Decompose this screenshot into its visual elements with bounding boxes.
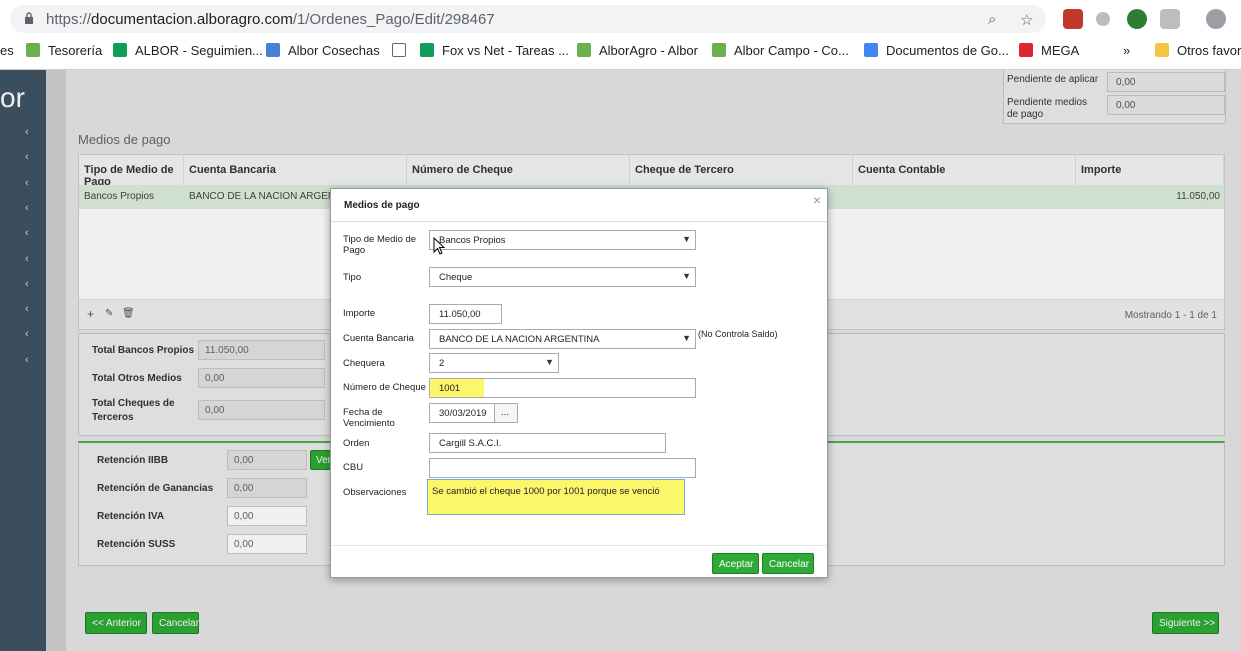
aceptar-button[interactable]: Aceptar: [712, 553, 759, 574]
drive-extension-icon[interactable]: [1160, 9, 1180, 29]
importe-field[interactable]: 11.050,00: [429, 304, 502, 324]
dialog-title: Medios de pago: [344, 200, 420, 211]
bookmark-item[interactable]: Fox vs Net - Tareas ...: [420, 43, 569, 58]
fecha-vencimiento-field[interactable]: 30/03/2019: [429, 403, 495, 423]
bookmark-icon: [577, 43, 591, 57]
bookmark-item[interactable]: Albor Campo - Co...: [712, 43, 849, 58]
pdf-extension-icon[interactable]: [1063, 9, 1083, 29]
chevron-down-icon: ▼: [682, 333, 691, 343]
bookmark-icon: [1155, 43, 1169, 57]
bookmark-item[interactable]: es: [0, 43, 14, 58]
bookmark-icon: [392, 43, 406, 57]
close-icon[interactable]: ×: [813, 192, 821, 208]
bookmark-item[interactable]: Albor Cosechas: [266, 43, 380, 58]
zoom-icon[interactable]: ⌕: [988, 11, 996, 28]
numero-cheque-field[interactable]: 1001: [429, 378, 696, 398]
chequera-select[interactable]: 2 ▼: [429, 353, 559, 373]
address-bar[interactable]: https://documentacion.alboragro.com/1/Or…: [10, 5, 1046, 33]
bookmark-icon: [1019, 43, 1033, 57]
url-text: https://documentacion.alboragro.com/1/Or…: [46, 11, 495, 28]
chevron-down-icon: ▼: [682, 271, 691, 281]
cuenta-bancaria-select[interactable]: BANCO DE LA NACION ARGENTINA ▼: [429, 329, 696, 349]
bookmark-item[interactable]: ALBOR - Seguimien...: [113, 43, 263, 58]
cancelar-button[interactable]: Cancelar: [762, 553, 814, 574]
medios-pago-dialog: Medios de pago × Tipo de Medio de Pago B…: [330, 188, 828, 578]
observaciones-textarea[interactable]: Se cambió el cheque 1000 por 1001 porque…: [427, 479, 685, 515]
cuenta-note: (No Controla Saldo): [698, 329, 778, 339]
tipo-select[interactable]: Cheque ▼: [429, 267, 696, 287]
bookmark-icon: [864, 43, 878, 57]
extension-icon[interactable]: [1096, 12, 1110, 26]
bookmark-icon: [420, 43, 434, 57]
bookmark-icon: [266, 43, 280, 57]
bookmark-item[interactable]: »: [1123, 43, 1130, 58]
cursor-icon: [433, 237, 445, 255]
bookmark-item[interactable]: AlborAgro - Albor: [577, 43, 698, 58]
bookmark-item[interactable]: MEGA: [1019, 43, 1079, 58]
profile-avatar[interactable]: [1206, 9, 1226, 29]
chevron-down-icon: ▼: [545, 357, 554, 367]
bookmark-item[interactable]: Otros favorit: [1155, 43, 1241, 58]
bookmark-item[interactable]: Documentos de Go...: [864, 43, 1009, 58]
orden-field[interactable]: Cargill S.A.C.I.: [429, 433, 666, 453]
bookmark-icon: [26, 43, 40, 57]
cbu-field[interactable]: [429, 458, 696, 478]
chevron-down-icon: ▼: [682, 234, 691, 244]
globe-extension-icon[interactable]: [1127, 9, 1147, 29]
bookmark-item[interactable]: Tesorería: [26, 43, 102, 58]
dialog-header: Medios de pago ×: [331, 189, 827, 222]
bookmark-item[interactable]: [392, 43, 414, 58]
date-picker-button[interactable]: ...: [494, 403, 518, 423]
bookmark-icon: [712, 43, 726, 57]
star-icon[interactable]: ☆: [1020, 11, 1033, 29]
bookmark-icon: [113, 43, 127, 57]
browser-chrome: https://documentacion.alboragro.com/1/Or…: [0, 0, 1241, 70]
tipo-medio-select[interactable]: Bancos Propios ▼: [429, 230, 696, 250]
lock-icon: [25, 12, 33, 24]
